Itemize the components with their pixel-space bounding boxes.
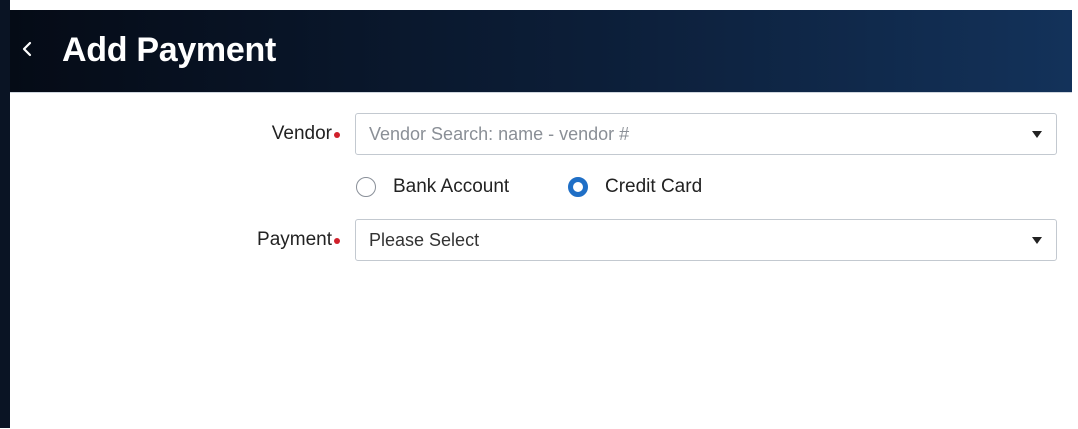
chevron-left-icon [22, 41, 32, 57]
vendor-label: Vendor [271, 123, 332, 144]
vendor-search-select[interactable]: Vendor Search: name - vendor # [355, 113, 1057, 155]
payment-row: Payment Please Select [10, 219, 1072, 261]
bank-account-label: Bank Account [393, 176, 510, 197]
radio-checked-icon [568, 177, 588, 197]
payment-label: Payment [257, 229, 332, 250]
bank-account-radio[interactable]: Bank Account [356, 173, 509, 201]
vendor-search-placeholder: Vendor Search: name - vendor # [369, 124, 630, 144]
payment-select-value: Please Select [369, 230, 480, 250]
page-header: Add Payment [10, 10, 1072, 92]
credit-card-radio[interactable]: Credit Card [568, 173, 702, 201]
vendor-row: Vendor Vendor Search: name - vendor # [10, 113, 1072, 155]
caret-down-icon [1032, 237, 1042, 244]
page-title: Add Payment [62, 31, 276, 69]
vendor-required-indicator [334, 132, 340, 138]
payment-form: Vendor Vendor Search: name - vendor # Ba… [10, 92, 1072, 429]
window-left-edge [0, 0, 10, 428]
payment-select[interactable]: Please Select [355, 219, 1057, 261]
caret-down-icon [1032, 131, 1042, 138]
back-button[interactable] [16, 34, 38, 64]
radio-unchecked-icon [356, 177, 376, 197]
app-window: Add Payment Vendor Vendor Search: name -… [0, 0, 1078, 429]
credit-card-label: Credit Card [605, 176, 703, 197]
payment-required-indicator [334, 238, 340, 244]
